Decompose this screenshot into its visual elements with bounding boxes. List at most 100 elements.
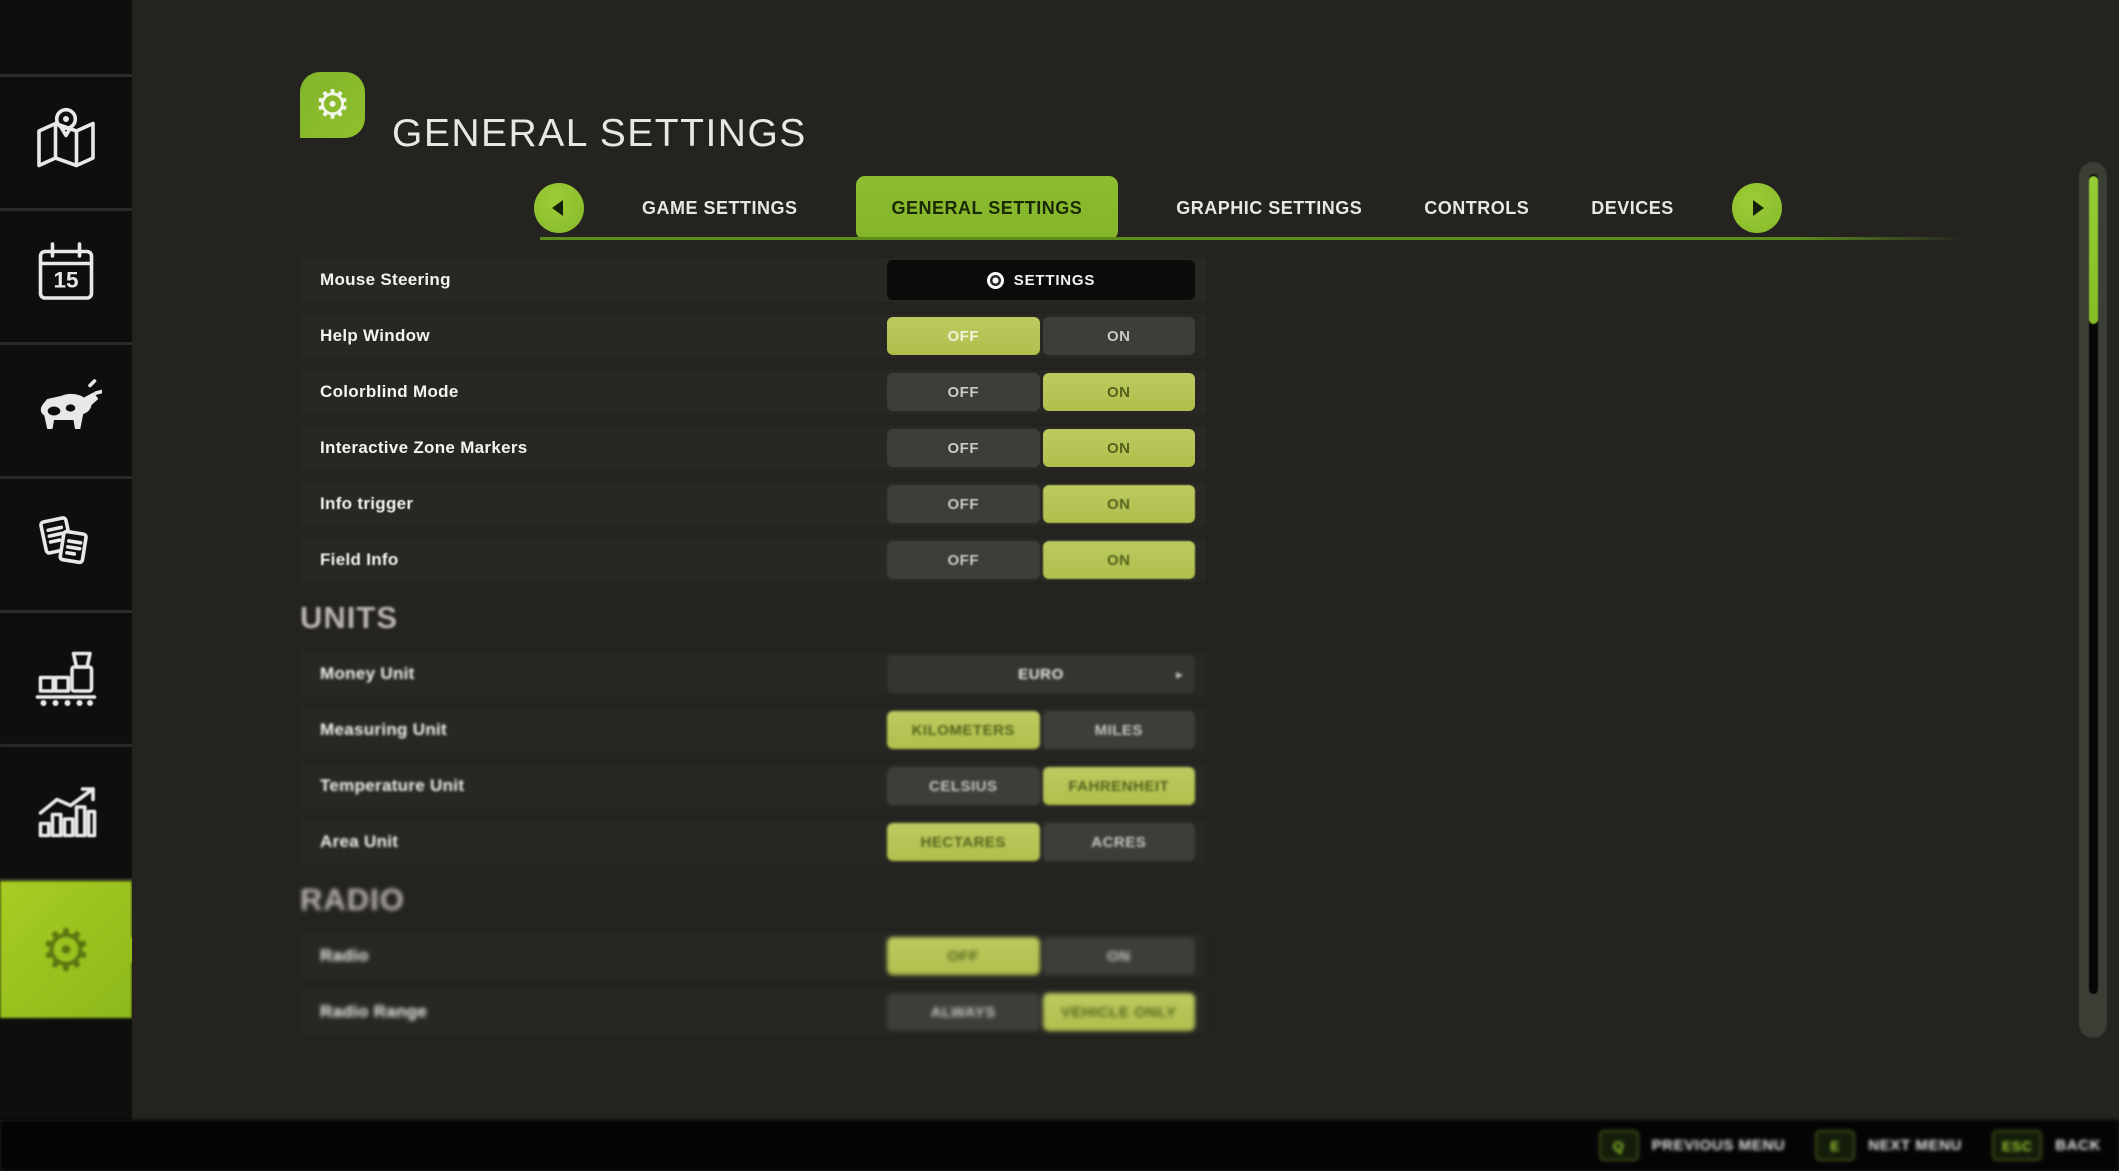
- sidebar-item-map[interactable]: [0, 77, 132, 211]
- setting-row-mouse-steering: Mouse Steering SETTINGS: [300, 258, 1206, 302]
- hint-previous-menu: Q PREVIOUS MENU: [1598, 1130, 1786, 1161]
- setting-row-money-unit: Money Unit EURO ▸: [300, 652, 1206, 696]
- setting-label: Help Window: [320, 326, 430, 345]
- toggle-option-hectares[interactable]: HECTARES: [887, 823, 1040, 861]
- tab-controls[interactable]: CONTROLS: [1420, 198, 1533, 219]
- toggle-group: OFF ON: [887, 541, 1195, 579]
- page-title: GENERAL SETTINGS: [392, 112, 807, 156]
- mouse-steering-settings-button[interactable]: SETTINGS: [887, 260, 1195, 300]
- map-icon: [30, 104, 102, 181]
- sidebar-item-animals[interactable]: [0, 345, 132, 479]
- footer-hint-bar: Q PREVIOUS MENU E NEXT MENU ESC BACK: [0, 1120, 2119, 1171]
- general-settings-screen: 15 ⚙ ⚙ GENERAL SETTINGS GAME SETTINGS GENE…: [0, 0, 2119, 1171]
- scrollbar-thumb[interactable]: [2089, 176, 2098, 324]
- toggle-option-acres[interactable]: ACRES: [1042, 823, 1195, 861]
- toggle-group: ALWAYS VEHICLE ONLY: [887, 993, 1195, 1031]
- setting-row-temperature-unit: Temperature Unit CELSIUS FAHRENHEIT: [300, 764, 1206, 808]
- setting-row-area-unit: Area Unit HECTARES ACRES: [300, 820, 1206, 864]
- animals-icon: [30, 372, 104, 449]
- next-tab-button[interactable]: [1731, 183, 1782, 233]
- sidebar-item-contracts[interactable]: [0, 479, 132, 613]
- scrollbar: [2079, 162, 2107, 1038]
- setting-label: Interactive Zone Markers: [320, 438, 528, 457]
- toggle-option-vehicle-only[interactable]: VEHICLE ONLY: [1042, 993, 1195, 1031]
- setting-row-help-window: Help Window OFF ON: [300, 314, 1206, 358]
- tab-devices[interactable]: DEVICES: [1587, 198, 1678, 219]
- toggle-option-on[interactable]: ON: [1042, 429, 1195, 467]
- calendar-icon: 15: [30, 238, 102, 315]
- hint-label: PREVIOUS MENU: [1651, 1137, 1786, 1154]
- toggle-option-always[interactable]: ALWAYS: [887, 993, 1040, 1031]
- toggle-option-off[interactable]: OFF: [887, 429, 1040, 467]
- toggle-group: OFF ON: [887, 429, 1195, 467]
- toggle-option-off[interactable]: OFF: [887, 317, 1040, 355]
- chevron-right-icon: ▸: [1175, 665, 1183, 682]
- statistics-icon: [30, 774, 102, 851]
- section-title: RADIO: [300, 882, 405, 917]
- keycap-esc[interactable]: ESC: [1991, 1130, 2043, 1161]
- toggle-option-kilometers[interactable]: KILOMETERS: [887, 711, 1040, 749]
- hint-label: NEXT MENU: [1868, 1137, 1962, 1154]
- toggle-option-off[interactable]: OFF: [887, 937, 1040, 975]
- button-label: SETTINGS: [1013, 271, 1096, 289]
- sidebar-item-calendar[interactable]: 15: [0, 211, 132, 345]
- settings-icon: ⚙: [40, 915, 92, 984]
- hint-back: ESC BACK: [1991, 1130, 2101, 1161]
- sidebar-item-settings[interactable]: ⚙: [0, 881, 156, 1018]
- toggle-option-on[interactable]: ON: [1042, 541, 1195, 579]
- gear-icon: ⚙: [314, 82, 351, 128]
- sidebar: 15 ⚙: [0, 0, 156, 1120]
- setting-label: Mouse Steering: [320, 270, 451, 289]
- sidebar-item-production[interactable]: [0, 613, 132, 747]
- toggle-option-off[interactable]: OFF: [887, 485, 1040, 523]
- setting-label: Area Unit: [320, 832, 399, 851]
- setting-label: Field Info: [320, 550, 399, 569]
- main-panel: ⚙ GENERAL SETTINGS GAME SETTINGS GENERAL …: [132, 0, 2119, 1120]
- toggle-option-on[interactable]: ON: [1042, 373, 1195, 411]
- keycap-q[interactable]: Q: [1598, 1130, 1639, 1161]
- setting-label: Radio Range: [320, 1002, 428, 1021]
- sidebar-item-statistics[interactable]: [0, 747, 132, 881]
- tab-general-settings[interactable]: GENERAL SETTINGS: [855, 176, 1119, 240]
- toggle-group: KILOMETERS MILES: [887, 711, 1195, 749]
- toggle-group: OFF ON: [887, 485, 1195, 523]
- tab-underline: [540, 237, 1968, 240]
- toggle-option-miles[interactable]: MILES: [1042, 711, 1195, 749]
- section-title: UNITS: [300, 600, 398, 635]
- previous-tab-button[interactable]: [534, 183, 584, 233]
- hint-label: BACK: [2055, 1137, 2101, 1154]
- toggle-group: HECTARES ACRES: [887, 823, 1195, 861]
- toggle-option-off[interactable]: OFF: [887, 373, 1040, 411]
- sidebar-top-spacer: [0, 0, 132, 77]
- toggle-group: OFF ON: [887, 937, 1195, 975]
- toggle-option-celsius[interactable]: CELSIUS: [887, 767, 1040, 805]
- money-unit-select[interactable]: EURO ▸: [887, 655, 1195, 693]
- arrow-right-icon: [1752, 200, 1764, 216]
- toggle-option-on[interactable]: ON: [1042, 317, 1195, 355]
- tab-bar: GAME SETTINGS GENERAL SETTINGS GRAPHIC SET…: [534, 176, 1782, 240]
- setting-row-interactive-zone-markers: Interactive Zone Markers OFF ON: [300, 426, 1206, 470]
- tab-graphic-settings[interactable]: GRAPHIC SETTINGS: [1172, 198, 1366, 219]
- keycap-e[interactable]: E: [1815, 1130, 1856, 1161]
- setting-row-radio: Radio OFF ON: [300, 934, 1206, 978]
- setting-label: Info trigger: [320, 494, 414, 513]
- toggle-group: OFF ON: [887, 317, 1195, 355]
- settings-list: Mouse Steering SETTINGS Help Window OFF ON Co…: [300, 258, 1206, 1046]
- setting-label: Radio: [320, 946, 369, 965]
- toggle-option-on[interactable]: ON: [1042, 937, 1195, 975]
- toggle-option-off[interactable]: OFF: [887, 541, 1040, 579]
- section-radio: RADIO Radio OFF ON Radio Range ALWAYS VEHICLE …: [300, 882, 1206, 1034]
- production-icon: [30, 640, 102, 717]
- hint-next-menu: E NEXT MENU: [1815, 1130, 1962, 1161]
- setting-label: Colorblind Mode: [320, 382, 459, 401]
- toggle-group: OFF ON: [887, 373, 1195, 411]
- setting-row-field-info: Field Info OFF ON: [300, 538, 1206, 582]
- toggle-option-on[interactable]: ON: [1042, 485, 1195, 523]
- tab-game-settings[interactable]: GAME SETTINGS: [638, 198, 802, 219]
- setting-row-info-trigger: Info trigger OFF ON: [300, 482, 1206, 526]
- gear-dot-icon: [986, 271, 1004, 289]
- setting-label: Money Unit: [320, 664, 415, 683]
- section-units: UNITS Money Unit EURO ▸ Measuring Unit KILOME…: [300, 600, 1206, 864]
- toggle-option-fahrenheit[interactable]: FAHRENHEIT: [1042, 767, 1195, 805]
- setting-row-radio-range: Radio Range ALWAYS VEHICLE ONLY: [300, 990, 1206, 1034]
